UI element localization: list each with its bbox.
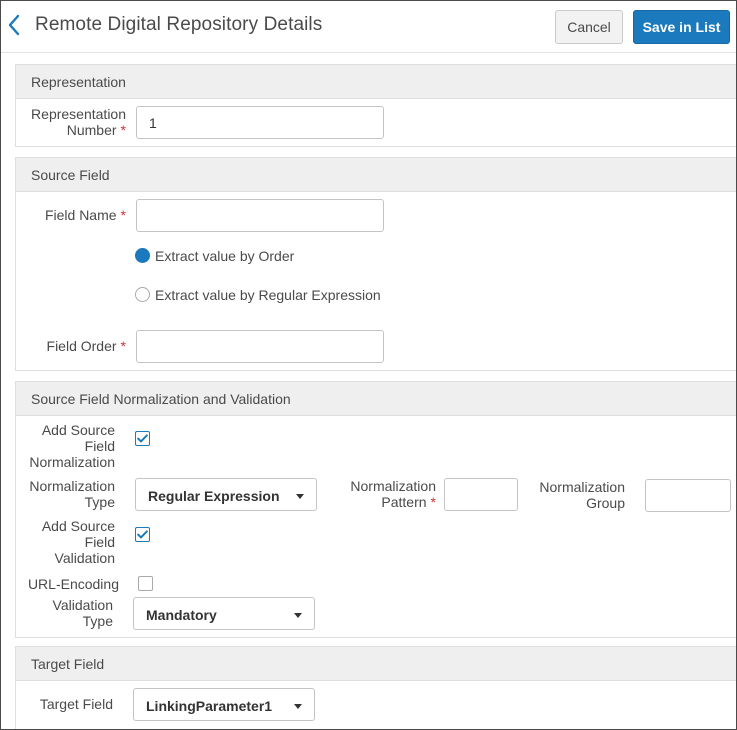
caret-down-icon	[294, 704, 302, 709]
save-in-list-button[interactable]: Save in List	[633, 10, 730, 44]
section-title: Source Field	[31, 167, 110, 183]
normalization-type-value: Regular Expression	[148, 488, 280, 504]
source-field-section: Source Field Field Name * Extract value b…	[15, 157, 736, 371]
required-marker: *	[120, 122, 126, 138]
normalization-section-header: Source Field Normalization and Validatio…	[16, 382, 736, 416]
checkmark-icon	[137, 434, 148, 443]
page-title: Remote Digital Repository Details	[35, 14, 323, 35]
normalization-type-select[interactable]: Regular Expression	[135, 478, 317, 511]
representation-section-header: Representation	[16, 65, 736, 99]
url-encoding-label: URL-Encoding	[27, 576, 119, 592]
add-normalization-checkbox[interactable]	[135, 431, 150, 446]
extract-by-regex-label[interactable]: Extract value by Regular Expression	[155, 287, 381, 303]
target-field-section: Target Field Target Field LinkingParamet…	[15, 646, 736, 729]
target-field-section-header: Target Field	[16, 647, 736, 681]
required-marker: *	[430, 494, 436, 510]
required-marker: *	[120, 207, 126, 223]
normalization-type-label: Normalization Type	[29, 478, 115, 510]
checkmark-icon	[137, 530, 148, 539]
add-normalization-label: Add Source Field Normalization	[29, 422, 115, 470]
extract-by-order-radio[interactable]	[135, 248, 150, 263]
required-marker: *	[120, 338, 126, 354]
source-field-section-header: Source Field	[16, 158, 736, 192]
chevron-left-icon[interactable]	[7, 14, 21, 36]
normalization-group-input[interactable]	[645, 479, 731, 512]
extract-by-regex-radio[interactable]	[135, 287, 150, 302]
field-order-label: Field Order *	[46, 338, 126, 354]
page-frame: Remote Digital Repository Details Cancel…	[0, 0, 737, 730]
page-header: Remote Digital Repository Details Cancel…	[1, 1, 736, 53]
normalization-group-label: Normalization Group	[539, 479, 625, 511]
field-order-input[interactable]	[136, 330, 384, 363]
caret-down-icon	[296, 494, 304, 499]
validation-type-select[interactable]: Mandatory	[133, 597, 315, 630]
add-validation-label: Add Source Field Validation	[41, 518, 115, 566]
representation-number-label: Representation Number *	[31, 106, 126, 138]
section-title: Source Field Normalization and Validatio…	[31, 391, 291, 407]
target-field-label: Target Field	[39, 696, 113, 712]
target-field-value: LinkingParameter1	[146, 698, 273, 714]
add-validation-checkbox[interactable]	[135, 527, 150, 542]
field-name-label: Field Name *	[44, 207, 126, 223]
representation-number-input[interactable]	[136, 106, 384, 139]
url-encoding-checkbox[interactable]	[138, 576, 153, 591]
validation-type-value: Mandatory	[146, 607, 217, 623]
normalization-validation-section: Source Field Normalization and Validatio…	[15, 381, 736, 638]
field-name-input[interactable]	[136, 199, 384, 232]
normalization-pattern-label: Normalization Pattern *	[350, 478, 436, 510]
section-title: Target Field	[31, 656, 105, 672]
section-title: Representation	[31, 74, 126, 90]
representation-section: Representation Representation Number *	[15, 64, 736, 147]
validation-type-label: Validation Type	[52, 597, 113, 629]
normalization-pattern-input[interactable]	[444, 478, 518, 511]
cancel-button[interactable]: Cancel	[555, 10, 623, 44]
extract-by-order-label[interactable]: Extract value by Order	[155, 248, 294, 264]
target-field-select[interactable]: LinkingParameter1	[133, 688, 315, 721]
caret-down-icon	[294, 613, 302, 618]
